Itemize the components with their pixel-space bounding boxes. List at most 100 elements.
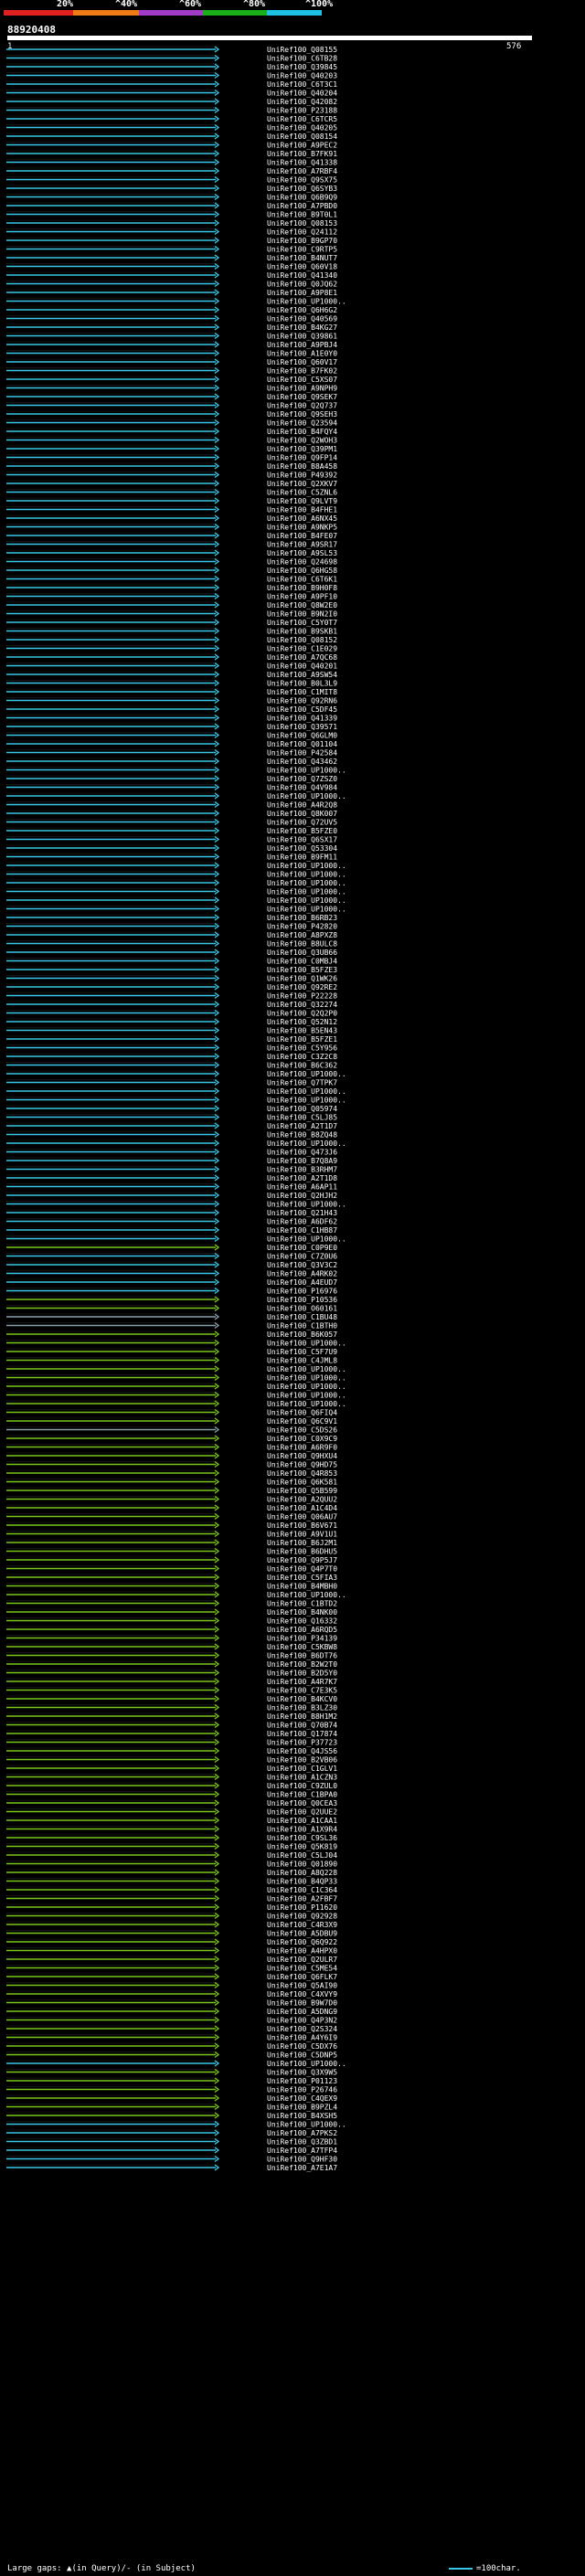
hit-label: UniRef100_P49392 [267,472,337,480]
hit-row: UniRef100_UP1000.. [6,896,346,905]
hit-label: UniRef100_UP1000.. [267,1087,346,1096]
hit-row: UniRef100_B9T0L1 [6,211,337,219]
hit-row: UniRef100_P42820 [6,923,337,931]
hit-row: UniRef100_P16976 [6,1288,337,1296]
hit-row: UniRef100_Q9P5J7 [6,1556,337,1564]
hit-row: UniRef100_B6V671 [6,1521,337,1530]
hit-row: UniRef100_A9PEC2 [6,142,337,150]
hit-label: UniRef100_Q8W2E0 [267,601,337,610]
hit-row: UniRef100_P34139 [6,1635,337,1643]
hit-label: UniRef100_P01123 [267,2077,337,2085]
hit-row: UniRef100_Q60V18 [6,263,337,271]
hit-row: UniRef100_Q41338 [6,159,337,167]
hit-row: UniRef100_Q2Q737 [6,402,337,410]
hit-label: UniRef100_Q6SX17 [267,836,337,844]
hit-label: UniRef100_A9PEC2 [267,142,337,150]
hit-row: UniRef100_Q17874 [6,1730,337,1738]
hit-row: UniRef100_B7FK91 [6,150,337,158]
hit-label: UniRef100_C5KBW8 [267,1643,337,1651]
hit-row: UniRef100_Q40569 [6,315,337,323]
hit-row: UniRef100_A9SL53 [6,549,337,557]
hit-label: UniRef100_UP1000.. [267,1374,346,1383]
hit-label: UniRef100_C5DF45 [267,705,337,714]
hit-row: UniRef100_Q60V17 [6,358,337,366]
hit-row: UniRef100_A1E0Y0 [6,350,337,358]
hit-row: UniRef100_P22228 [6,992,337,1001]
hit-label: UniRef100_Q4JS56 [267,1747,337,1755]
hit-row: UniRef100_A1CAA1 [6,1817,337,1825]
hit-row: UniRef100_A2QUU2 [6,1496,337,1504]
hit-row: UniRef100_C5DS26 [6,1426,337,1435]
hit-label: UniRef100_Q41338 [267,159,337,167]
hit-label: UniRef100_A5DBU9 [267,1930,337,1938]
hit-label: UniRef100_Q08154 [267,133,337,141]
hit-label: UniRef100_Q3V3C2 [267,1261,337,1269]
hit-label: UniRef100_B9W7D0 [267,1999,337,2008]
hit-row: UniRef100_C7Z0U6 [6,1253,337,1261]
hit-row: UniRef100_A4RK02 [6,1270,337,1278]
hit-row: UniRef100_B6K057 [6,1330,337,1339]
hit-row: UniRef100_A9P8E1 [6,289,337,297]
hit-label: UniRef100_C7Z0U6 [267,1253,337,1261]
hit-row: UniRef100_P10536 [6,1296,337,1304]
hit-label: UniRef100_UP1000.. [267,1365,346,1373]
hit-label: UniRef100_B3LZ30 [267,1704,337,1712]
hit-row: UniRef100_Q40201 [6,663,337,671]
hit-label: UniRef100_Q92RN6 [267,697,337,705]
hit-row: UniRef100_Q9SEK7 [6,393,337,401]
hit-label: UniRef100_A7QC68 [267,653,337,662]
hit-label: UniRef100_B4QP33 [267,1878,337,1886]
hit-row: UniRef100_UP1000.. [6,792,346,800]
hit-row: UniRef100_Q9LVT9 [6,497,337,505]
hit-label: UniRef100_C5Y0T7 [267,619,337,627]
hit-label: UniRef100_Q6GLM0 [267,732,337,740]
hit-label: UniRef100_Q42082 [267,98,337,106]
hit-label: UniRef100_Q4P7T0 [267,1565,337,1574]
hit-label: UniRef100_Q92RE2 [267,983,337,991]
hit-row: UniRef100_B5FZE0 [6,827,337,835]
hit-label: UniRef100_P22228 [267,992,337,1001]
hit-label: UniRef100_B4XSH5 [267,2112,337,2120]
hit-row: UniRef100_B3RHM7 [6,1166,337,1174]
hit-label: UniRef100_C3Z2C8 [267,1053,337,1061]
hit-row: UniRef100_Q3UB66 [6,949,337,957]
hit-row: UniRef100_A1C4D4 [6,1504,337,1512]
hit-label: UniRef100_C6T3C1 [267,80,337,89]
hit-row: UniRef100_B6DHU5 [6,1548,337,1556]
hit-label: UniRef100_UP1000.. [267,792,346,800]
hit-row: UniRef100_A9NPH9 [6,385,337,393]
hit-label: UniRef100_Q6FLK7 [267,1973,337,1981]
hit-label: UniRef100_Q16332 [267,1617,337,1626]
hit-label: UniRef100_Q05974 [267,1105,337,1113]
hit-row: UniRef100_Q9HXU4 [6,1452,337,1460]
hit-row: UniRef100_Q9SX75 [6,176,337,185]
hit-row: UniRef100_A1CZN3 [6,1774,337,1782]
hit-row: UniRef100_B4MBH0 [6,1583,337,1591]
hit-row: UniRef100_B2VB06 [6,1756,337,1765]
hit-label: UniRef100_Q5B599 [267,1487,337,1495]
hit-row: UniRef100_B9H0F8 [6,584,337,592]
hit-row: UniRef100_B9GP70 [6,237,337,245]
hit-row: UniRef100_A4HPX0 [6,1947,337,1956]
hit-row: UniRef100_P11620 [6,1903,337,1912]
hit-label: UniRef100_B2D5Y0 [267,1670,337,1678]
hit-row: UniRef100_Q2Q2P0 [6,1010,337,1018]
hit-row: UniRef100_Q43462 [6,758,337,766]
hit-label: UniRef100_C1BTD2 [267,1600,337,1608]
hit-row: UniRef100_UP1000.. [6,1340,346,1348]
hit-row: UniRef100_A4R2Q8 [6,801,337,810]
hit-label: UniRef100_Q9SEH3 [267,410,337,419]
hit-label: UniRef100_A4R7K7 [267,1678,337,1686]
hit-label: UniRef100_Q41339 [267,715,337,723]
hit-row: UniRef100_UP1000.. [6,1374,346,1383]
hit-label: UniRef100_Q7ZSZ0 [267,775,337,783]
hit-row: UniRef100_B4KG27 [6,323,337,332]
hit-label: UniRef100_A6RQD5 [267,1626,337,1634]
hit-row: UniRef100_B9W7D0 [6,1999,337,2008]
hit-row: UniRef100_C1HB87 [6,1226,337,1235]
hit-label: UniRef100_B4NK00 [267,1608,337,1617]
hit-label: UniRef100_Q9FP14 [267,454,337,462]
hit-label: UniRef100_P37723 [267,1739,337,1747]
hit-row: UniRef100_B7FK02 [6,367,337,376]
hit-label: UniRef100_C6TCR5 [267,115,337,123]
